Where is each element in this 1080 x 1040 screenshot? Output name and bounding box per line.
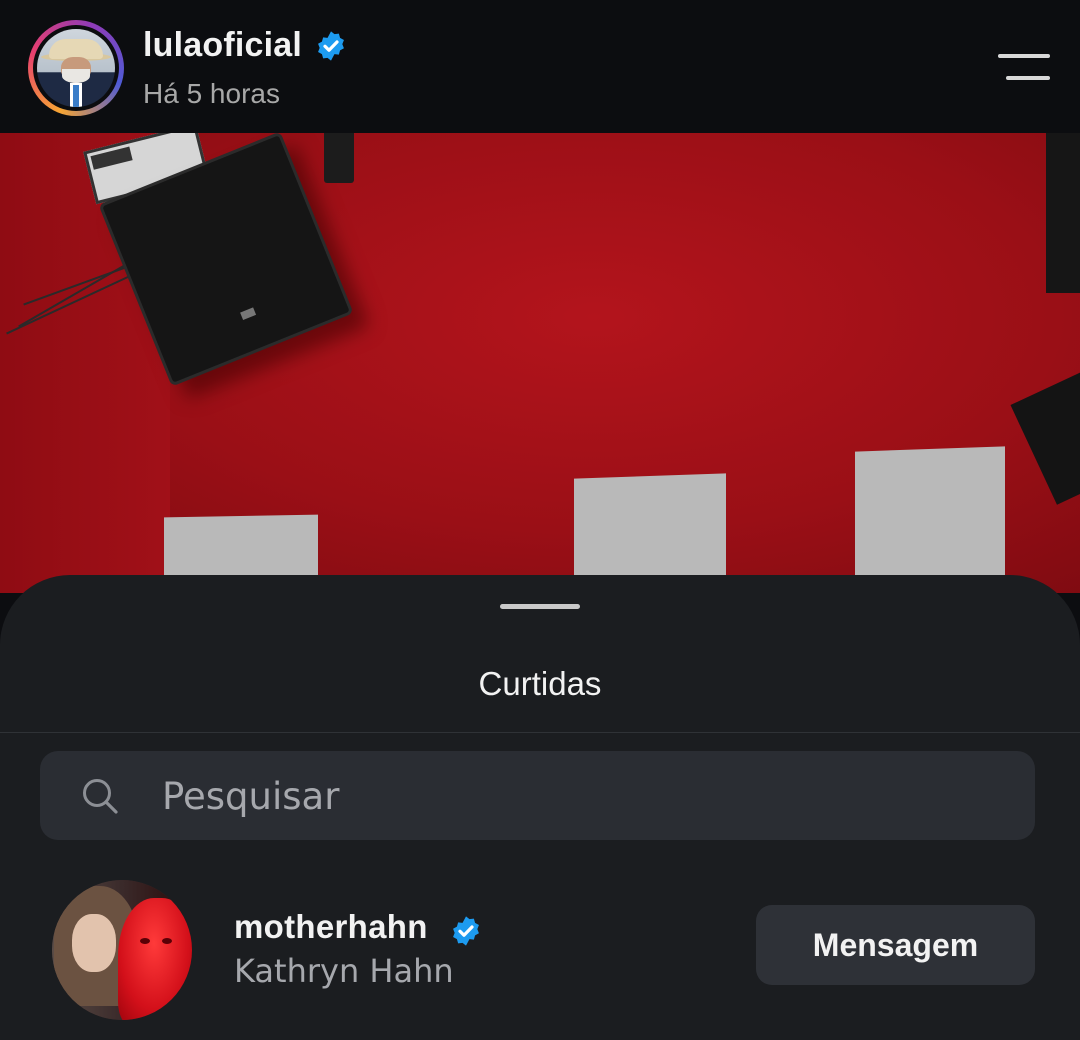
author-avatar[interactable] <box>28 20 124 116</box>
user-full-name: Kathryn Hahn <box>234 952 454 990</box>
post-image[interactable] <box>0 133 1080 593</box>
divider <box>0 732 1080 733</box>
author-avatar-photo <box>37 29 115 107</box>
post-header: lulaoficial Há 5 horas <box>0 0 1080 133</box>
search-input[interactable] <box>160 767 1024 825</box>
list-item[interactable]: motherhahn Kathryn Hahn Mensagem <box>0 870 1080 1020</box>
author-username[interactable]: lulaoficial <box>143 26 302 65</box>
user-handle[interactable]: motherhahn <box>234 908 428 946</box>
message-button[interactable]: Mensagem <box>756 905 1035 985</box>
verified-badge-icon <box>318 31 344 61</box>
post-timestamp: Há 5 horas <box>143 78 280 109</box>
verified-badge-icon <box>453 916 479 946</box>
sheet-title: Curtidas <box>478 665 602 702</box>
search-icon <box>83 779 118 814</box>
user-avatar[interactable] <box>52 880 192 1020</box>
menu-icon[interactable] <box>998 54 1050 84</box>
sheet-drag-handle[interactable] <box>500 604 580 609</box>
screen: lulaoficial Há 5 horas Curtidas Pesquisa… <box>0 0 1080 1040</box>
likes-sheet: Curtidas motherhahn Kathryn H <box>0 575 1080 1040</box>
